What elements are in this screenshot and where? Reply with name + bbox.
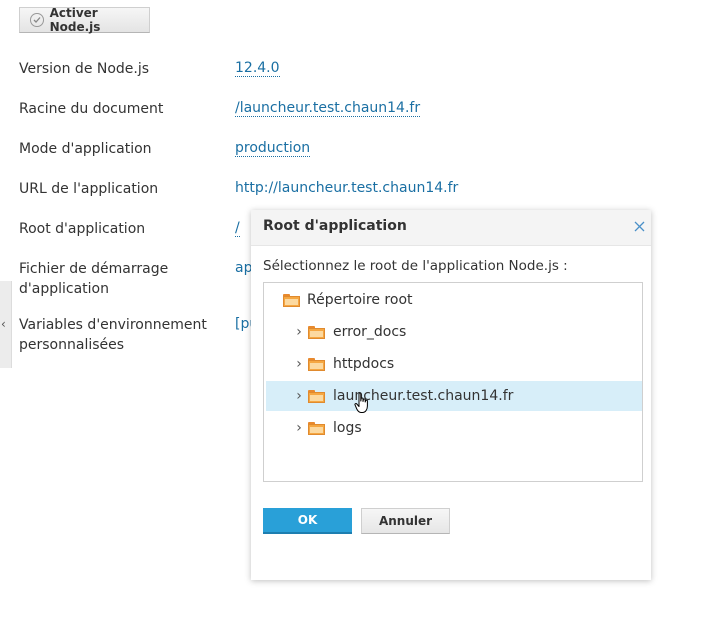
close-icon[interactable]	[634, 218, 645, 236]
activate-nodejs-label: Activer Node.js	[49, 6, 101, 34]
cancel-button[interactable]: Annuler	[361, 508, 450, 534]
folder-icon	[308, 358, 325, 371]
tree-item-error-docs[interactable]: › error_docs	[266, 317, 642, 347]
setting-value-document-root[interactable]: /launcheur.test.chaun14.fr	[235, 98, 421, 118]
dialog-title: Root d'application	[263, 218, 407, 234]
tree-item-launcheur[interactable]: › launcheur.test.chaun14.fr	[266, 381, 642, 411]
setting-label-app-url: URL de l'application	[19, 181, 159, 197]
chevron-right-icon[interactable]: ›	[294, 388, 304, 404]
setting-label-app-root: Root d'application	[19, 221, 146, 237]
setting-label-app-mode: Mode d'application	[19, 141, 152, 157]
setting-label-document-root: Racine du document	[19, 101, 164, 117]
startup-file-link[interactable]: ap	[235, 260, 252, 276]
app-root-dialog: Root d'application Sélectionnez le root …	[251, 210, 651, 580]
tree-item-label: logs	[333, 420, 362, 436]
side-panel-toggle[interactable]: ‹	[0, 281, 12, 368]
setting-value-app-url[interactable]: http://launcheur.test.chaun14.fr	[235, 178, 458, 198]
hand-pointer-icon	[354, 392, 368, 413]
setting-value-app-mode[interactable]: production	[235, 138, 311, 158]
setting-label-startup-file: Fichier de démarrage d'application	[19, 261, 169, 297]
folder-tree: Répertoire root › error_docs › httpdocs …	[263, 282, 643, 482]
chevron-right-icon[interactable]: ›	[294, 356, 304, 372]
document-root-link[interactable]: /launcheur.test.chaun14.fr	[235, 100, 421, 117]
check-circle-icon	[30, 13, 44, 27]
folder-icon	[308, 390, 325, 403]
app-url-link[interactable]: http://launcheur.test.chaun14.fr	[235, 180, 458, 196]
app-root-link[interactable]: /	[235, 220, 240, 237]
dialog-prompt: Sélectionnez le root de l'application No…	[263, 258, 568, 274]
folder-icon	[308, 326, 325, 339]
dialog-header: Root d'application	[251, 210, 651, 246]
tree-item-httpdocs[interactable]: › httpdocs	[266, 349, 642, 379]
folder-icon	[283, 294, 300, 307]
setting-value-node-version[interactable]: 12.4.0	[235, 58, 280, 78]
setting-label-node-version: Version de Node.js	[19, 61, 150, 77]
setting-label-env-vars: Variables d'environnement personnalisées	[19, 317, 207, 353]
setting-value-startup-file[interactable]: ap	[235, 258, 252, 278]
app-mode-link[interactable]: production	[235, 140, 311, 157]
node-version-link[interactable]: 12.4.0	[235, 60, 280, 77]
tree-item-label: httpdocs	[333, 356, 395, 372]
chevron-right-icon[interactable]: ›	[294, 324, 304, 340]
chevron-left-icon: ‹	[1, 317, 6, 331]
activate-nodejs-button[interactable]: Activer Node.js	[19, 6, 150, 34]
tree-item-label: error_docs	[333, 324, 407, 340]
tree-item-root[interactable]: Répertoire root	[266, 285, 642, 315]
tree-item-logs[interactable]: › logs	[266, 413, 642, 443]
ok-button[interactable]: OK	[263, 508, 352, 534]
folder-icon	[308, 422, 325, 435]
setting-value-app-root[interactable]: /	[235, 218, 240, 238]
chevron-right-icon[interactable]: ›	[294, 420, 304, 436]
tree-item-label: Répertoire root	[307, 292, 413, 308]
